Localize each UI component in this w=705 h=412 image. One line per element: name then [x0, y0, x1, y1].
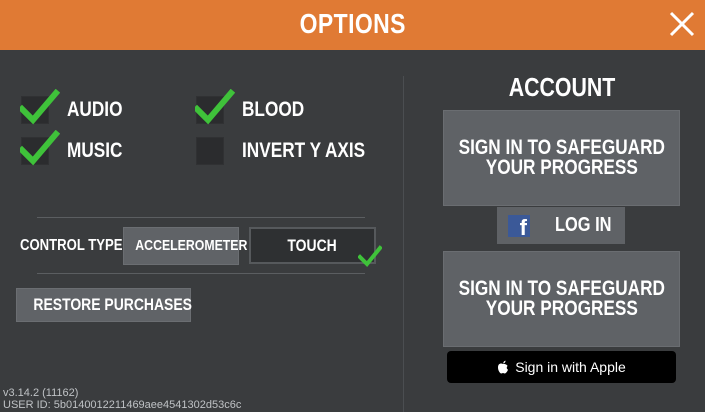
audio-label: AUDIO — [67, 98, 123, 121]
account-title: ACCOUNT — [508, 72, 615, 102]
page-title: OPTIONS — [299, 8, 406, 39]
signin-line1: SIGN IN TO SAFEGUARD — [458, 277, 665, 300]
panel-divider — [403, 76, 404, 412]
divider — [37, 273, 365, 274]
invert-y-label: INVERT Y AXIS — [242, 139, 366, 162]
blood-checkbox[interactable] — [195, 89, 235, 125]
signin-line2: YOUR PROGRESS — [485, 156, 638, 179]
blood-label: BLOOD — [242, 98, 305, 121]
header-bar: OPTIONS — [0, 0, 705, 50]
apple-signin-label: Sign in with Apple — [515, 359, 626, 375]
signin-line2: YOUR PROGRESS — [485, 297, 638, 320]
close-button[interactable] — [662, 4, 702, 44]
facebook-icon: f — [508, 215, 530, 237]
check-icon — [195, 89, 235, 125]
music-checkbox[interactable] — [20, 130, 60, 166]
sign-in-with-apple-button[interactable]: Sign in with Apple — [447, 351, 676, 383]
signin-line1: SIGN IN TO SAFEGUARD — [458, 136, 665, 159]
music-label: MUSIC — [67, 139, 123, 162]
user-id-text: USER ID: 5b014001221146​9aee4541302d53c6… — [3, 399, 242, 411]
divider — [37, 217, 365, 218]
touch-button[interactable]: TOUCH — [249, 227, 376, 264]
version-text: v3.14.2 (11162) — [3, 387, 79, 399]
check-icon — [358, 245, 382, 267]
facebook-login-label: LOG IN — [555, 214, 612, 236]
audio-checkbox[interactable] — [20, 89, 60, 125]
check-icon — [20, 130, 60, 166]
restore-purchases-button[interactable]: RESTORE PURCHASES — [16, 288, 192, 322]
signin-safeguard-button-2[interactable]: SIGN IN TO SAFEGUARD YOUR PROGRESS — [443, 251, 680, 347]
apple-icon — [498, 360, 509, 374]
accelerometer-button[interactable]: ACCELEROMETER — [123, 227, 247, 265]
facebook-login-button[interactable]: f LOG IN — [497, 207, 625, 244]
invert-y-checkbox[interactable] — [196, 137, 224, 165]
version-info: v3.14.2 (11162) USER ID: 5b014001221146​… — [3, 387, 241, 411]
close-icon — [669, 11, 695, 37]
signin-safeguard-button[interactable]: SIGN IN TO SAFEGUARD YOUR PROGRESS — [443, 110, 680, 206]
check-icon — [20, 89, 60, 125]
